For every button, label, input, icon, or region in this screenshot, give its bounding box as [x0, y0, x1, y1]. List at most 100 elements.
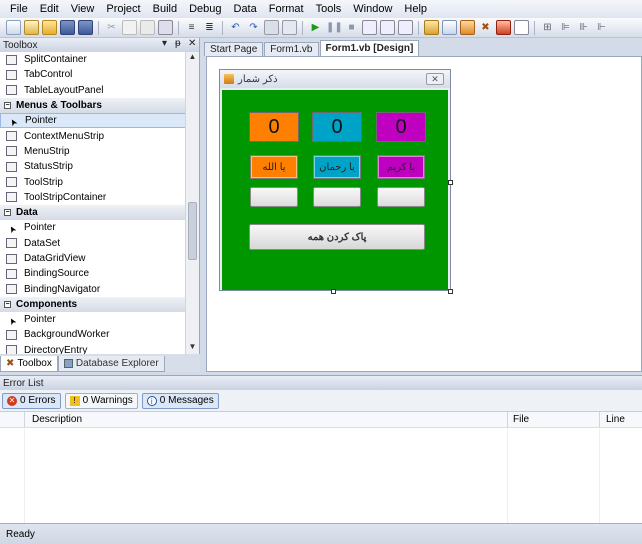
align-rights-icon[interactable]: ⊩ — [594, 20, 609, 35]
step-over-icon[interactable] — [380, 20, 395, 35]
toolbox-item[interactable]: ➤ Pointer — [0, 113, 186, 129]
pause-icon[interactable]: ❚❚ — [326, 20, 343, 35]
find-icon[interactable] — [282, 20, 297, 35]
toolbox-item[interactable]: ToolStripContainer — [0, 190, 186, 205]
properties-icon[interactable] — [442, 20, 457, 35]
menu-tools[interactable]: Tools — [310, 3, 348, 15]
pin-icon[interactable]: ᵽ — [175, 38, 181, 49]
print-icon[interactable] — [158, 20, 173, 35]
toolbox-category-label: Menus & Toolbars — [16, 100, 102, 112]
reset-all-button[interactable]: پاک کردن همه — [249, 224, 425, 250]
class-view-icon[interactable] — [496, 20, 511, 35]
dropdown-icon[interactable]: ▾ — [162, 38, 167, 49]
toolbox-item[interactable]: BindingNavigator — [0, 281, 186, 296]
resize-handle-corner[interactable] — [448, 289, 453, 294]
menu-window[interactable]: Window — [347, 3, 398, 15]
toolbox-item[interactable]: ContextMenuStrip — [0, 128, 186, 143]
control-icon — [6, 329, 17, 340]
reset-button-3[interactable] — [377, 187, 425, 207]
toolbox-item[interactable]: ➤ Pointer — [0, 312, 186, 327]
save-icon[interactable] — [60, 20, 75, 35]
tab-form1-design[interactable]: Form1.vb [Design] — [319, 40, 420, 56]
scrollbar-thumb[interactable] — [188, 202, 197, 260]
collapse-icon[interactable]: − — [4, 209, 11, 217]
toolbox-category[interactable]: − Components — [0, 296, 186, 313]
resize-handle-bottom[interactable] — [331, 289, 336, 294]
navigate-icon[interactable] — [264, 20, 279, 35]
designed-form[interactable]: ذکر شمار ✕ 0 0 0 یا الله یا رحمان یا کری… — [219, 69, 451, 291]
resize-handle-right[interactable] — [448, 180, 453, 185]
solution-explorer-icon[interactable] — [424, 20, 439, 35]
toolbox-item[interactable]: StatusStrip — [0, 159, 186, 174]
tasbih-button-2[interactable]: یا رحمان — [313, 155, 361, 179]
paste-icon[interactable] — [140, 20, 155, 35]
form-client-area[interactable]: 0 0 0 یا الله یا رحمان یا کریم پاک کردن … — [222, 90, 448, 290]
other-windows-icon[interactable] — [514, 20, 529, 35]
menu-build[interactable]: Build — [147, 3, 183, 15]
cut-icon[interactable]: ✂ — [104, 20, 119, 35]
toolbox-item[interactable]: BindingSource — [0, 266, 186, 281]
column-file[interactable]: File — [513, 414, 529, 425]
menu-debug[interactable]: Debug — [183, 3, 227, 15]
menu-file[interactable]: File — [4, 3, 34, 15]
warnings-filter-button[interactable]: ! 0 Warnings — [64, 392, 138, 409]
toolbox-item[interactable]: DataSet — [0, 236, 186, 251]
toolbox-category[interactable]: − Data — [0, 204, 186, 221]
menu-edit[interactable]: Edit — [34, 3, 65, 15]
toolbox-scrollbar[interactable]: ▲ ▼ — [185, 52, 199, 354]
toolbox-item[interactable]: SplitContainer — [0, 52, 186, 67]
toolbox-item[interactable]: TableLayoutPanel — [0, 83, 186, 98]
scroll-down-icon[interactable]: ▼ — [186, 342, 199, 354]
redo-icon[interactable]: ↷ — [246, 20, 261, 35]
toolbox-item[interactable]: DirectoryEntry — [0, 343, 186, 354]
errors-filter-button[interactable]: ✕ 0 Errors — [2, 392, 61, 409]
menu-help[interactable]: Help — [398, 3, 433, 15]
stop-icon[interactable]: ■ — [344, 20, 359, 35]
tasbih-button-1[interactable]: یا الله — [250, 155, 298, 179]
toolbox-item[interactable]: MenuStrip — [0, 144, 186, 159]
toolbox-item[interactable]: BackgroundWorker — [0, 327, 186, 342]
toolbox-item[interactable]: TabControl — [0, 67, 186, 82]
align-centers-icon[interactable]: ⊪ — [576, 20, 591, 35]
tab-toolbox[interactable]: ✖ Toolbox — [0, 356, 58, 372]
toolbox-item[interactable]: ToolStrip — [0, 174, 186, 189]
menu-data[interactable]: Data — [228, 3, 263, 15]
close-icon[interactable]: ✕ — [188, 38, 196, 49]
menu-view[interactable]: View — [65, 3, 101, 15]
comment-icon[interactable]: ≡ — [184, 20, 199, 35]
uncomment-icon[interactable]: ≣ — [202, 20, 217, 35]
new-project-icon[interactable] — [6, 20, 21, 35]
form-close-button[interactable]: ✕ — [426, 73, 444, 85]
tab-start-page[interactable]: Start Page — [204, 42, 264, 56]
column-description[interactable]: Description — [32, 414, 82, 425]
tab-database-explorer[interactable]: Database Explorer — [57, 356, 165, 372]
tab-form1-code[interactable]: Form1.vb — [264, 42, 319, 56]
align-lefts-icon[interactable]: ⊫ — [558, 20, 573, 35]
menu-project[interactable]: Project — [100, 3, 146, 15]
copy-icon[interactable] — [122, 20, 137, 35]
column-line[interactable]: Line — [606, 414, 625, 425]
save-all-icon[interactable] — [78, 20, 93, 35]
add-item-icon[interactable] — [24, 20, 39, 35]
align-grid-icon[interactable]: ⊞ — [540, 20, 555, 35]
collapse-icon[interactable]: − — [4, 300, 11, 308]
form-designer-surface[interactable]: ذکر شمار ✕ 0 0 0 یا الله یا رحمان یا کری… — [206, 56, 642, 372]
collapse-icon[interactable]: − — [4, 102, 11, 110]
undo-icon[interactable]: ↶ — [228, 20, 243, 35]
toolbox-category[interactable]: − Menus & Toolbars — [0, 97, 186, 114]
object-browser-icon[interactable] — [460, 20, 475, 35]
scroll-up-icon[interactable]: ▲ — [186, 52, 199, 64]
menu-format[interactable]: Format — [263, 3, 310, 15]
tasbih-button-3[interactable]: یا کریم — [377, 155, 425, 179]
reset-button-1[interactable] — [250, 187, 298, 207]
step-into-icon[interactable] — [362, 20, 377, 35]
reset-button-2[interactable] — [313, 187, 361, 207]
start-debug-icon[interactable]: ▶ — [308, 20, 323, 35]
messages-filter-button[interactable]: i 0 Messages — [141, 392, 219, 409]
toolbox-icon[interactable]: ✖ — [478, 20, 493, 35]
counter-label-1: 0 — [249, 112, 299, 142]
open-file-icon[interactable] — [42, 20, 57, 35]
toolbox-item[interactable]: ➤ Pointer — [0, 220, 186, 235]
toolbox-item[interactable]: DataGridView — [0, 251, 186, 266]
step-out-icon[interactable] — [398, 20, 413, 35]
